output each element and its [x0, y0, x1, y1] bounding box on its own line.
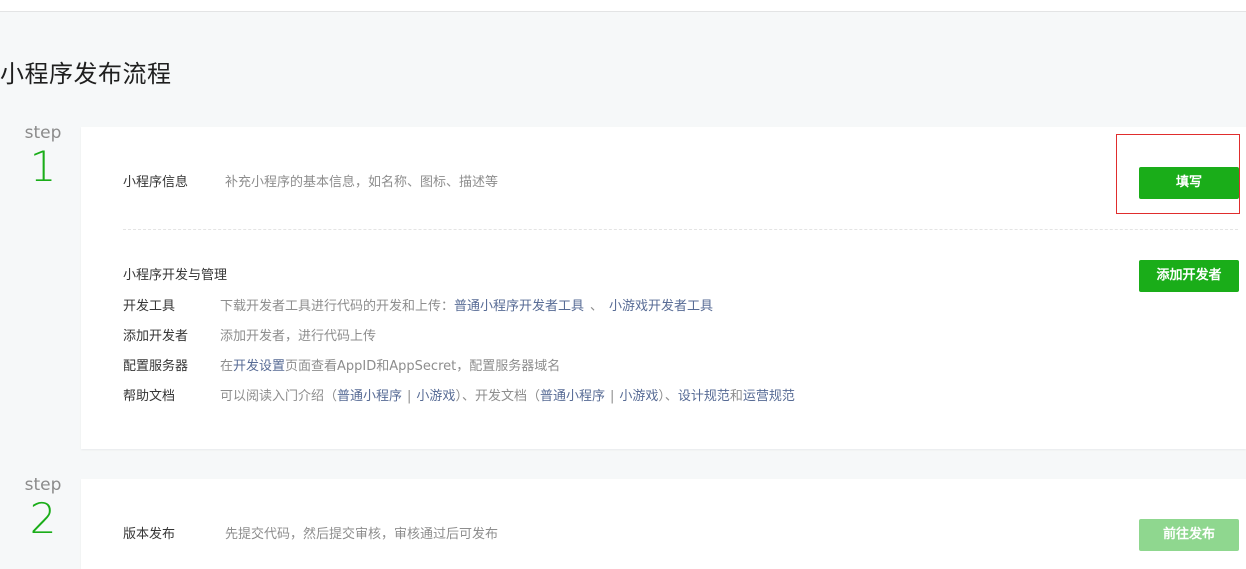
doc-normal-link[interactable]: 普通小程序 [540, 389, 605, 404]
step-2-number: 2 [29, 494, 57, 543]
docs-text-4: 和 [729, 389, 743, 404]
step-2-card: 版本发布 先提交代码，然后提交审核，审核通过后可发布 前往发布 [81, 479, 1246, 569]
dev-tools-text: 下载开发者工具进行代码的开发和上传： [220, 299, 455, 314]
version-publish-desc: 先提交代码，然后提交审核，审核通过后可发布 [225, 527, 499, 542]
page-title: 小程序发布流程 [0, 60, 172, 88]
dev-settings-link[interactable]: 开发设置 [233, 359, 285, 374]
dev-tools-sep: 、 [590, 299, 604, 314]
server-config-row: 配置服务器 在开发设置页面查看AppID和AppSecret，配置服务器域名 [123, 358, 560, 376]
docs-text-2: ）、开发文档（ [455, 389, 540, 404]
add-dev-row: 添加开发者 添加开发者，进行代码上传 [123, 328, 376, 346]
go-publish-button[interactable]: 前往发布 [1139, 519, 1239, 551]
game-devtool-link[interactable]: 小游戏开发者工具 [609, 299, 713, 314]
server-text-pre: 在 [220, 359, 234, 374]
dev-tools-key: 开发工具 [123, 299, 176, 314]
step-1-label: step [24, 123, 62, 143]
docs-bar-1: | [407, 389, 412, 404]
add-dev-text: 添加开发者，进行代码上传 [220, 329, 377, 344]
step-1-number: 1 [29, 142, 57, 191]
mini-program-info-desc: 补充小程序的基本信息，如名称、图标、描述等 [225, 175, 499, 190]
add-developer-button[interactable]: 添加开发者 [1139, 260, 1239, 292]
doc-game-link[interactable]: 小游戏 [619, 389, 658, 404]
fill-in-button[interactable]: 填写 [1139, 167, 1239, 199]
mini-program-info-title: 小程序信息 [123, 175, 189, 190]
docs-text-3: ）、 [658, 389, 678, 404]
operation-spec-link[interactable]: 运营规范 [743, 389, 795, 404]
design-spec-link[interactable]: 设计规范 [678, 389, 730, 404]
dev-tools-row: 开发工具 下载开发者工具进行代码的开发和上传：普通小程序开发者工具、小游戏开发者工… [123, 298, 713, 316]
top-bar [0, 0, 1246, 12]
help-docs-key: 帮助文档 [123, 389, 176, 404]
dev-management-title: 小程序开发与管理 [123, 268, 228, 283]
version-publish-title: 版本发布 [123, 527, 176, 542]
server-text-post: 页面查看AppID和AppSecret，配置服务器域名 [285, 359, 561, 374]
docs-text-1: 可以阅读入门介绍（ [220, 389, 338, 404]
server-config-key: 配置服务器 [123, 359, 189, 374]
help-docs-row: 帮助文档 可以阅读入门介绍（普通小程序 | 小游戏）、开发文档（普通小程序 | 小游戏）、… [123, 388, 795, 406]
divider [123, 229, 1238, 230]
intro-game-link[interactable]: 小游戏 [416, 389, 455, 404]
step-2-label: step [24, 475, 62, 495]
normal-devtool-link[interactable]: 普通小程序开发者工具 [454, 299, 584, 314]
docs-bar-2: | [609, 389, 615, 404]
step-1-card: 小程序信息 补充小程序的基本信息，如名称、图标、描述等 填写 小程序开发与管理 … [81, 127, 1246, 449]
add-dev-key: 添加开发者 [123, 329, 189, 344]
intro-normal-link[interactable]: 普通小程序 [337, 389, 402, 404]
